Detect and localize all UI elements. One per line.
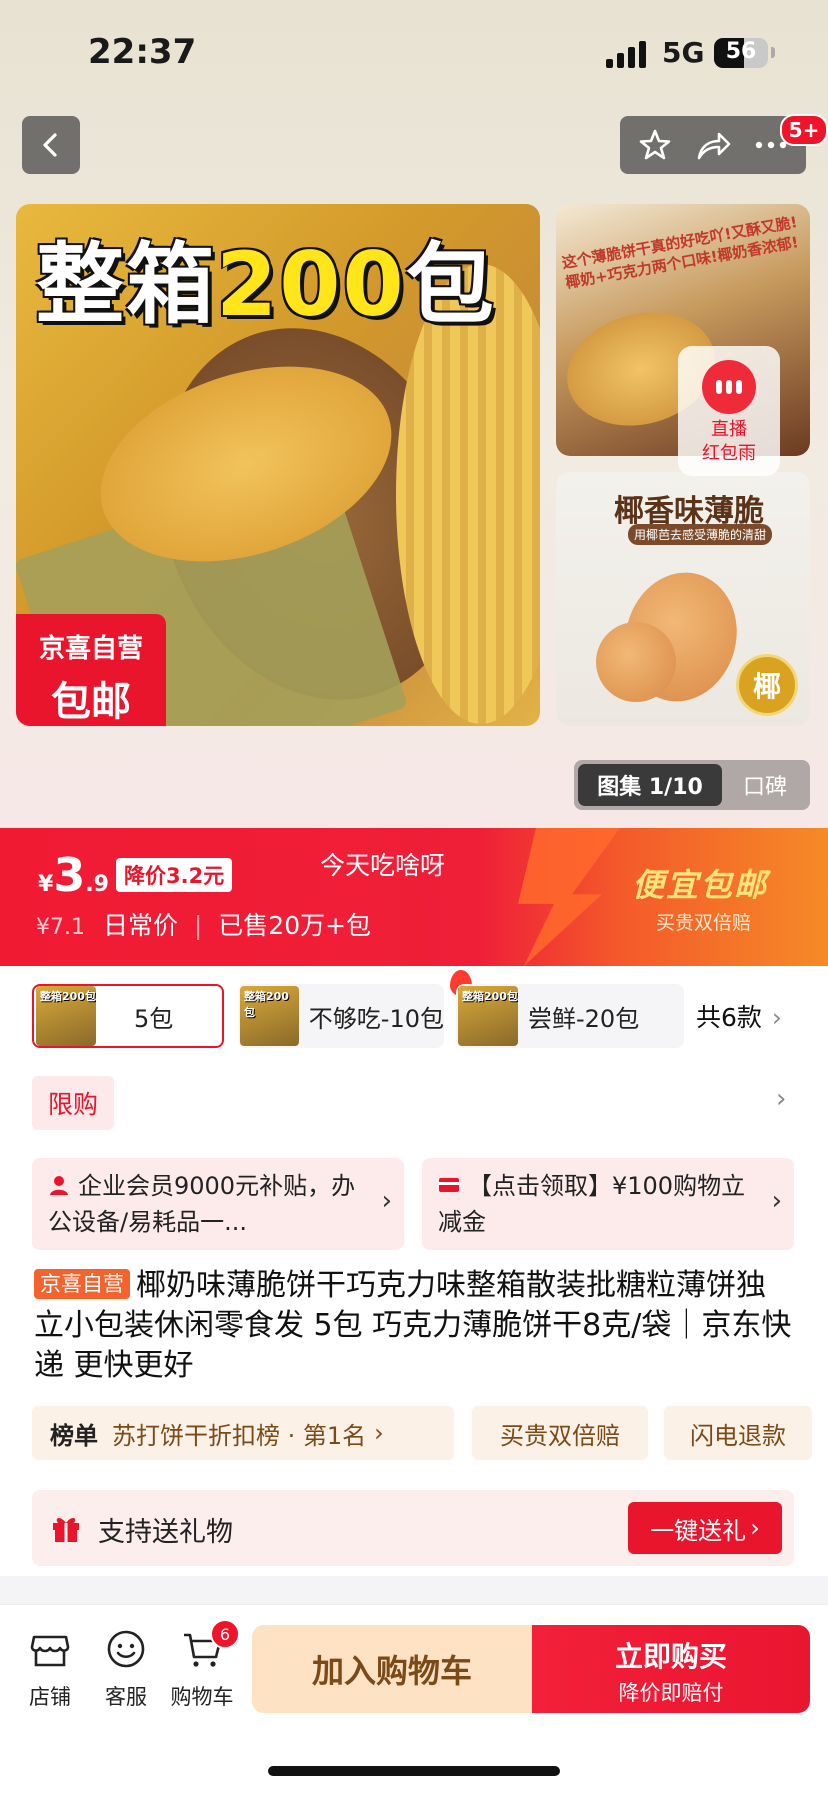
add-to-cart-button[interactable]: 加入购物车	[252, 1625, 532, 1713]
main-product-image[interactable]: 整箱200包 京喜自营 包邮	[16, 204, 540, 726]
service-label: 客服	[105, 1685, 147, 1709]
original-price: ¥7.1	[36, 915, 85, 940]
star-icon	[639, 129, 671, 160]
chevron-right-icon[interactable]: ›	[776, 1084, 786, 1114]
gift-icon	[53, 1518, 79, 1542]
variant-thumbnail: 整箱200包	[458, 986, 518, 1046]
jingxi-tag: 京喜自营	[34, 1269, 130, 1299]
current-price: ¥3.9	[38, 848, 109, 902]
variant-thumbnail: 整箱200包	[36, 986, 96, 1046]
live-red-packet-widget[interactable]: 直播 红包雨	[678, 346, 780, 476]
battery-tip	[771, 47, 775, 58]
ranking-text: 苏打饼干折扣榜 · 第1名	[112, 1421, 367, 1450]
favorite-button[interactable]	[631, 121, 679, 169]
buy-now-label: 立即购买	[614, 1640, 727, 1673]
card-icon	[439, 1178, 459, 1192]
variant-option[interactable]: 整箱200包 5包	[32, 984, 224, 1048]
customer-service-button[interactable]: 客服	[88, 1627, 164, 1711]
variant-option[interactable]: 整箱200包 不够吃-10包	[238, 984, 444, 1048]
promo-card-coupon[interactable]: 【点击领取】¥100购物立减金 ›	[422, 1158, 794, 1250]
shipping-title: 便宜包邮	[632, 866, 769, 904]
message-badge: 5+	[780, 114, 828, 146]
network-type: 5G	[662, 36, 705, 69]
gift-label: 支持送礼物	[98, 1517, 233, 1548]
share-icon	[697, 132, 731, 160]
promo-text: 企业会员9000元补贴，办公设备/易耗品一...	[48, 1172, 356, 1236]
store-icon	[30, 1635, 70, 1667]
original-price-label: 日常价	[102, 911, 178, 940]
variant-label: 5包	[134, 1004, 174, 1033]
tab-gallery[interactable]: 图集 1/10	[578, 764, 722, 806]
cart-count-badge: 6	[210, 1619, 240, 1649]
live-label: 直播	[711, 419, 747, 440]
battery-icon: 56	[714, 38, 768, 68]
side-image-caption: 这个薄脆饼干真的好吃吖!又酥又脆!椰奶+巧克力两个口味!椰奶香浓郁!	[560, 213, 800, 292]
product-info: 整箱200包 5包 整箱200包 不够吃-10包 整箱200包 尝鲜-20包 共…	[0, 966, 828, 1576]
battery-level: 56	[725, 39, 757, 64]
variant-label: 不够吃-10包	[308, 1004, 444, 1033]
gallery-tabs: 图集 1/10 口碑	[574, 760, 810, 810]
jingxi-shipping-badge: 京喜自营 包邮	[16, 614, 166, 726]
side-image-2[interactable]: 椰香味薄脆 用椰芭去感受薄脆的清甜 椰	[556, 472, 810, 726]
product-title: 京喜自营 椰奶味薄脆饼干巧克力味整箱散装批糖粒薄饼独立小包装休闲零食发 5包 巧克…	[34, 1268, 792, 1383]
send-gift-button[interactable]: 一键送礼 ›	[628, 1502, 782, 1554]
variant-thumbnail: 整箱200包	[240, 986, 299, 1046]
promo-card-enterprise[interactable]: 企业会员9000元补贴，办公设备/易耗品一... ›	[32, 1158, 404, 1250]
cart-button[interactable]: 6 购物车	[164, 1619, 240, 1711]
banner-note: 今天吃啥呀	[320, 851, 446, 880]
price-details: ¥7.1 日常价 | 已售20万+包	[36, 911, 372, 940]
header-actions	[620, 116, 806, 174]
signal-icon	[606, 40, 650, 68]
purchase-limit-tag: 限购	[32, 1076, 114, 1130]
person-icon	[50, 1176, 68, 1195]
refund-chip[interactable]: 闪电退款	[664, 1406, 812, 1460]
price-drop-tag: 降价3.2元	[116, 858, 233, 892]
ranking-chip[interactable]: 榜单 苏打饼干折扣榜 · 第1名 ›	[32, 1406, 454, 1460]
promo-text: 【点击领取】¥100购物立减金	[438, 1172, 746, 1236]
buy-now-button[interactable]: 立即购买 降价即赔付	[532, 1625, 810, 1713]
sold-count: 已售20万+包	[218, 911, 372, 940]
store-button[interactable]: 店铺	[12, 1627, 88, 1711]
live-icon	[702, 360, 756, 414]
bottom-action-bar: 店铺 客服 6 购物车 加入购物车 立即购买 降价即赔付	[0, 1604, 828, 1793]
price-banner: ¥3.9 降价3.2元 今天吃啥呀 ¥7.1 日常价 | 已售20万+包 便宜包…	[0, 828, 828, 966]
service-icon	[107, 1630, 145, 1668]
more-icon	[755, 141, 787, 149]
variant-option[interactable]: 整箱200包 尝鲜-20包	[456, 984, 684, 1048]
guarantee-chip[interactable]: 买贵双倍赔	[472, 1406, 648, 1460]
main-image-headline: 整箱200包	[36, 233, 496, 336]
side-image-subtitle: 用椰芭去感受薄脆的清甜	[628, 524, 773, 545]
ranking-label: 榜单	[50, 1421, 98, 1450]
share-button[interactable]	[689, 121, 737, 169]
variant-count[interactable]: 共6款 ›	[696, 998, 782, 1034]
status-time: 22:37	[88, 32, 197, 72]
chevron-right-icon: ›	[381, 1186, 392, 1216]
chevron-right-icon: ›	[771, 1186, 782, 1216]
red-packet-label: 红包雨	[702, 443, 756, 464]
cart-label: 购物车	[170, 1685, 234, 1709]
store-label: 店铺	[29, 1685, 71, 1709]
variant-label: 尝鲜-20包	[528, 1004, 640, 1033]
buy-now-sublabel: 降价即赔付	[618, 1681, 724, 1705]
lightning-decoration	[518, 828, 620, 966]
chevron-left-icon	[43, 133, 57, 157]
back-button[interactable]	[22, 116, 80, 174]
shipping-subtitle: 买贵双倍赔	[656, 912, 752, 934]
coconut-seal-badge: 椰	[736, 654, 798, 716]
gift-row[interactable]: 支持送礼物 一键送礼 ›	[32, 1490, 794, 1566]
tab-reviews[interactable]: 口碑	[724, 764, 806, 806]
variant-selector: 整箱200包 5包 整箱200包 不够吃-10包 整箱200包 尝鲜-20包 共…	[32, 970, 822, 1052]
home-indicator	[268, 1766, 560, 1776]
